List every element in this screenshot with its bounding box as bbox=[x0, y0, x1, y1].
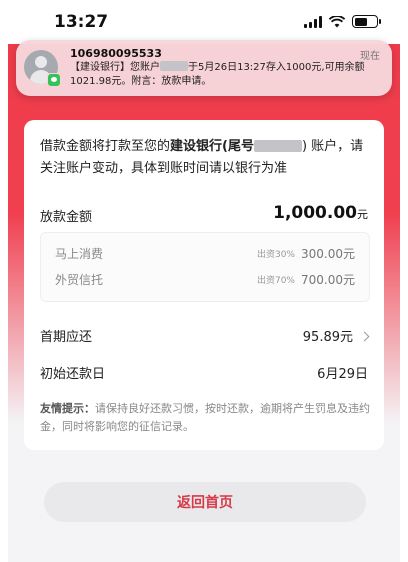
chevron-right-icon bbox=[359, 331, 370, 342]
redacted-card-number bbox=[253, 140, 302, 152]
funder-breakdown: 马上消费 出资30% 300.00元 外贸信托 出资70% 700.00元 bbox=[40, 232, 370, 302]
signal-icon bbox=[304, 15, 322, 28]
first-repayment-link[interactable]: 95.89元 bbox=[303, 326, 370, 345]
initial-repay-date-label: 初始还款日 bbox=[40, 367, 106, 382]
notification-sender: 106980095533 bbox=[70, 47, 162, 60]
status-icons bbox=[304, 15, 381, 28]
first-repayment-label: 首期应还 bbox=[40, 330, 93, 345]
notification-time: 现在 bbox=[360, 51, 380, 62]
friendly-tip: 友情提示：请保持良好还款习惯，按时还款，逾期将产生罚息及违约金，同时将影响您的征… bbox=[40, 402, 370, 433]
loan-amount-value: 1,000.00元 bbox=[273, 203, 368, 223]
funder-row: 马上消费 出资30% 300.00元 bbox=[55, 246, 355, 261]
messages-app-icon bbox=[47, 73, 61, 87]
redacted-account bbox=[160, 61, 188, 71]
wifi-icon bbox=[329, 15, 345, 27]
loan-amount-label: 放款金额 bbox=[40, 210, 93, 225]
sms-notification[interactable]: 106980095533 现在 【建设银行】您账户 于5月26日13:27存入10… bbox=[16, 40, 392, 96]
back-home-button[interactable]: 返回首页 bbox=[44, 482, 366, 522]
funder-row: 外贸信托 出资70% 700.00元 bbox=[55, 272, 355, 287]
status-time: 13:27 bbox=[54, 12, 109, 32]
status-bar: 13:27 bbox=[0, 0, 408, 44]
loan-detail-card: 借款金额将打款至您的建设银行(尾号) 账户，请关注账户变动，具体到账时间请以银行… bbox=[24, 120, 384, 450]
notification-body: 【建设银行】您账户 于5月26日13:27存入1000元,可用余额1021.98元… bbox=[70, 61, 365, 87]
battery-icon bbox=[352, 15, 381, 28]
transfer-notice: 借款金额将打款至您的建设银行(尾号) 账户，请关注账户变动，具体到账时间请以银行… bbox=[40, 139, 364, 176]
initial-repay-date-value: 6月29日 bbox=[317, 367, 368, 382]
